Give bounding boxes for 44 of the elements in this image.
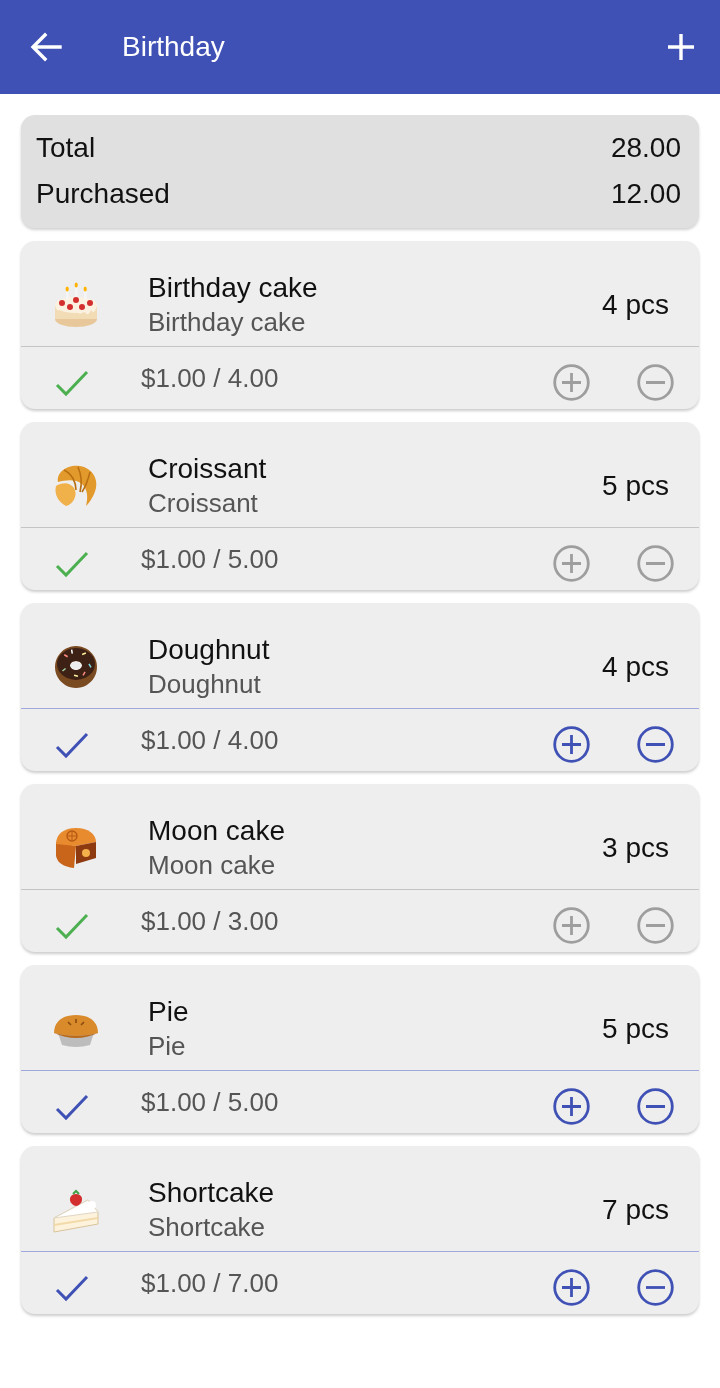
- item-name: Pie: [148, 994, 190, 1029]
- plus-circle-icon: [553, 1088, 590, 1125]
- minus-circle-icon: [637, 364, 674, 401]
- summary-value: 12.00: [610, 177, 681, 211]
- minus-circle-icon: [637, 1269, 674, 1306]
- minus-circle-icon: [637, 907, 674, 944]
- summary-label: Total: [36, 131, 96, 165]
- item-name: Birthday cake: [148, 270, 319, 305]
- item-name: Shortcake: [148, 1175, 276, 1210]
- plus-circle-icon: [553, 1269, 590, 1306]
- back-arrow-icon: [30, 32, 62, 62]
- item-price: $1.00 / 4.00: [141, 723, 280, 756]
- plus-circle-icon: [553, 907, 590, 944]
- item-subtitle: Pie: [148, 1029, 187, 1063]
- item-price: $1.00 / 5.00: [141, 1085, 280, 1118]
- minus-circle-icon: [637, 545, 674, 582]
- item-subtitle: Moon cake: [148, 848, 277, 882]
- birthday-cake-icon: [52, 280, 100, 329]
- minus-circle-icon: [637, 726, 674, 763]
- plus-circle-icon: [553, 545, 590, 582]
- item-quantity: 4 pcs: [602, 287, 669, 322]
- item-subtitle: Croissant: [148, 486, 259, 520]
- minus-circle-icon: [637, 1088, 674, 1125]
- plus-circle-icon: [553, 364, 590, 401]
- item-quantity: 5 pcs: [602, 1011, 669, 1046]
- item-subtitle: Doughnut: [148, 667, 262, 701]
- item-name: Croissant: [148, 451, 268, 486]
- item-quantity: 4 pcs: [602, 649, 669, 684]
- item-price: $1.00 / 7.00: [141, 1266, 280, 1299]
- item-quantity: 7 pcs: [602, 1192, 669, 1227]
- app-bar-title: Birthday: [122, 30, 226, 64]
- summary-value: 28.00: [610, 131, 681, 165]
- plus-icon: [668, 34, 694, 60]
- item-subtitle: Shortcake: [148, 1210, 267, 1244]
- item-price: $1.00 / 5.00: [141, 542, 280, 575]
- summary-label: Purchased: [36, 177, 170, 211]
- item-name: Moon cake: [148, 813, 286, 848]
- plus-circle-icon: [553, 726, 590, 763]
- item-price: $1.00 / 4.00: [141, 361, 280, 394]
- item-quantity: 5 pcs: [602, 468, 669, 503]
- item-name: Doughnut: [148, 632, 271, 667]
- item-subtitle: Birthday cake: [148, 305, 307, 339]
- item-price: $1.00 / 3.00: [141, 904, 280, 937]
- item-quantity: 3 pcs: [602, 830, 669, 865]
